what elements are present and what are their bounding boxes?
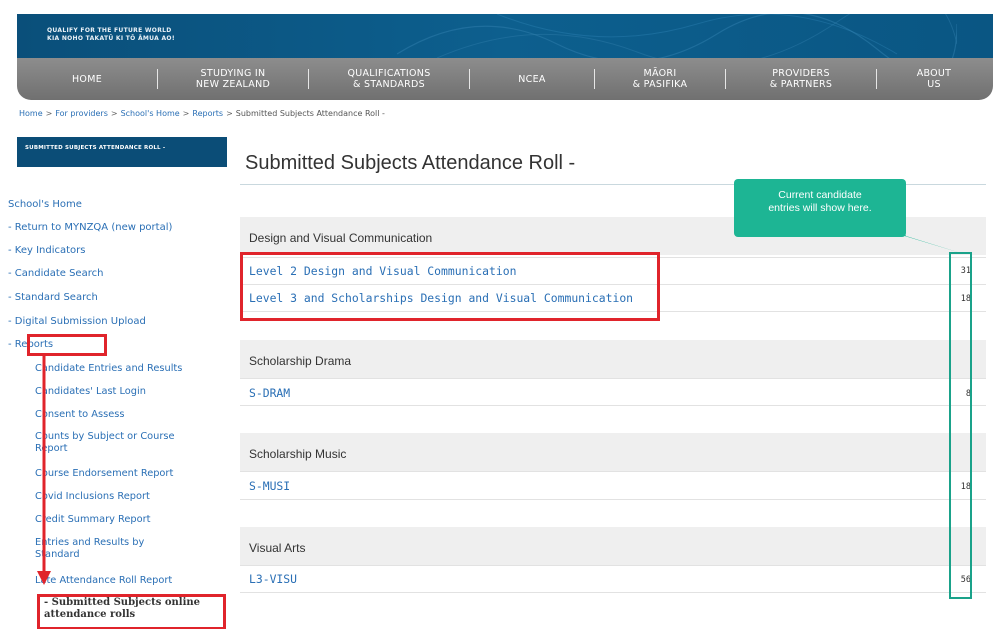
breadcrumb-schools-home[interactable]: School's Home [121, 109, 180, 118]
sidebar-link-standard-search[interactable]: - Standard Search [8, 292, 98, 303]
group-label-design-visual: Design and Visual Communication [249, 231, 433, 245]
nav-studying-in-nz[interactable]: STUDYING IN NEW ZEALAND [158, 58, 308, 100]
breadcrumb-current: Submitted Subjects Attendance Roll - [235, 109, 385, 118]
report-item-course-endorsement[interactable]: Course Endorsement Report [35, 468, 215, 480]
page-title: Submitted Subjects Attendance Roll - [245, 152, 576, 174]
subject-link-s-dram[interactable]: S-DRAM [249, 386, 290, 400]
subject-link-s-musi[interactable]: S-MUSI [249, 479, 290, 493]
nav-home[interactable]: HOME [17, 58, 157, 100]
group-label-music: Scholarship Music [249, 447, 347, 461]
site-tagline: QUALIFY FOR THE FUTURE WORLD KIA NOHO TA… [47, 27, 175, 42]
breadcrumb-for-providers[interactable]: For providers [55, 109, 108, 118]
dvc-subjects-highlight-box [240, 252, 660, 321]
sidebar-header: SUBMITTED SUBJECTS ATTENDANCE ROLL - [17, 137, 227, 167]
nav-ncea[interactable]: NCEA [470, 58, 594, 100]
nav-providers-partners[interactable]: PROVIDERS & PARTNERS [726, 58, 876, 100]
row-divider [240, 378, 986, 379]
row-divider [240, 592, 986, 593]
submitted-subjects-highlight-box [37, 594, 226, 629]
breadcrumb: Home > For providers > School's Home > Reports… [19, 109, 385, 118]
report-item-last-login[interactable]: Candidates' Last Login [35, 386, 215, 398]
reports-highlight-box [27, 334, 107, 356]
subject-link-l3-visu[interactable]: L3-VISU [249, 572, 297, 586]
row-divider [240, 499, 986, 500]
sidebar-link-return-mynzqa[interactable]: - Return to MYNZQA (new portal) [8, 222, 172, 233]
nav-about-us[interactable]: ABOUT US [877, 58, 991, 100]
sidebar: SUBMITTED SUBJECTS ATTENDANCE ROLL - [17, 137, 227, 167]
report-item-counts-by-subject[interactable]: Counts by Subject or Course Report [35, 431, 210, 455]
sidebar-link-candidate-search[interactable]: - Candidate Search [8, 268, 103, 279]
row-divider [240, 565, 986, 566]
sidebar-link-schools-home[interactable]: School's Home [8, 199, 82, 210]
group-label-drama: Scholarship Drama [249, 354, 352, 368]
row-divider [240, 471, 986, 472]
row-divider [240, 405, 986, 406]
report-item-entries-results[interactable]: Entries and Results by Standard [35, 537, 185, 561]
callout-current-entries: Current candidate entries will show here… [734, 179, 906, 237]
report-item-consent[interactable]: Consent to Assess [35, 409, 215, 421]
main-nav: HOME STUDYING IN NEW ZEALAND QUALIFICATIO… [17, 58, 993, 100]
report-item-covid-inclusions[interactable]: Covid Inclusions Report [35, 491, 215, 503]
breadcrumb-home[interactable]: Home [19, 109, 43, 118]
group-header-band [240, 433, 986, 471]
report-item-credit-summary[interactable]: Credit Summary Report [35, 514, 215, 526]
site-banner: QUALIFY FOR THE FUTURE WORLD KIA NOHO TA… [17, 14, 993, 58]
report-item-candidate-entries[interactable]: Candidate Entries and Results [35, 363, 215, 375]
nav-maori-pasifika[interactable]: MĀORI & PASIFIKA [595, 58, 725, 100]
sidebar-link-key-indicators[interactable]: - Key Indicators [8, 245, 86, 256]
breadcrumb-reports[interactable]: Reports [192, 109, 223, 118]
banner-pattern-icon [397, 14, 957, 58]
group-header-band [240, 527, 986, 565]
report-item-late-attendance[interactable]: Late Attendance Roll Report [35, 575, 215, 587]
group-header-band [240, 340, 986, 378]
nav-qualifications[interactable]: QUALIFICATIONS & STANDARDS [309, 58, 469, 100]
red-arrow-icon [37, 355, 51, 585]
counts-highlight-box [949, 252, 972, 599]
sidebar-link-digital-submission[interactable]: - Digital Submission Upload [8, 316, 146, 327]
group-label-visual-arts: Visual Arts [249, 541, 306, 555]
